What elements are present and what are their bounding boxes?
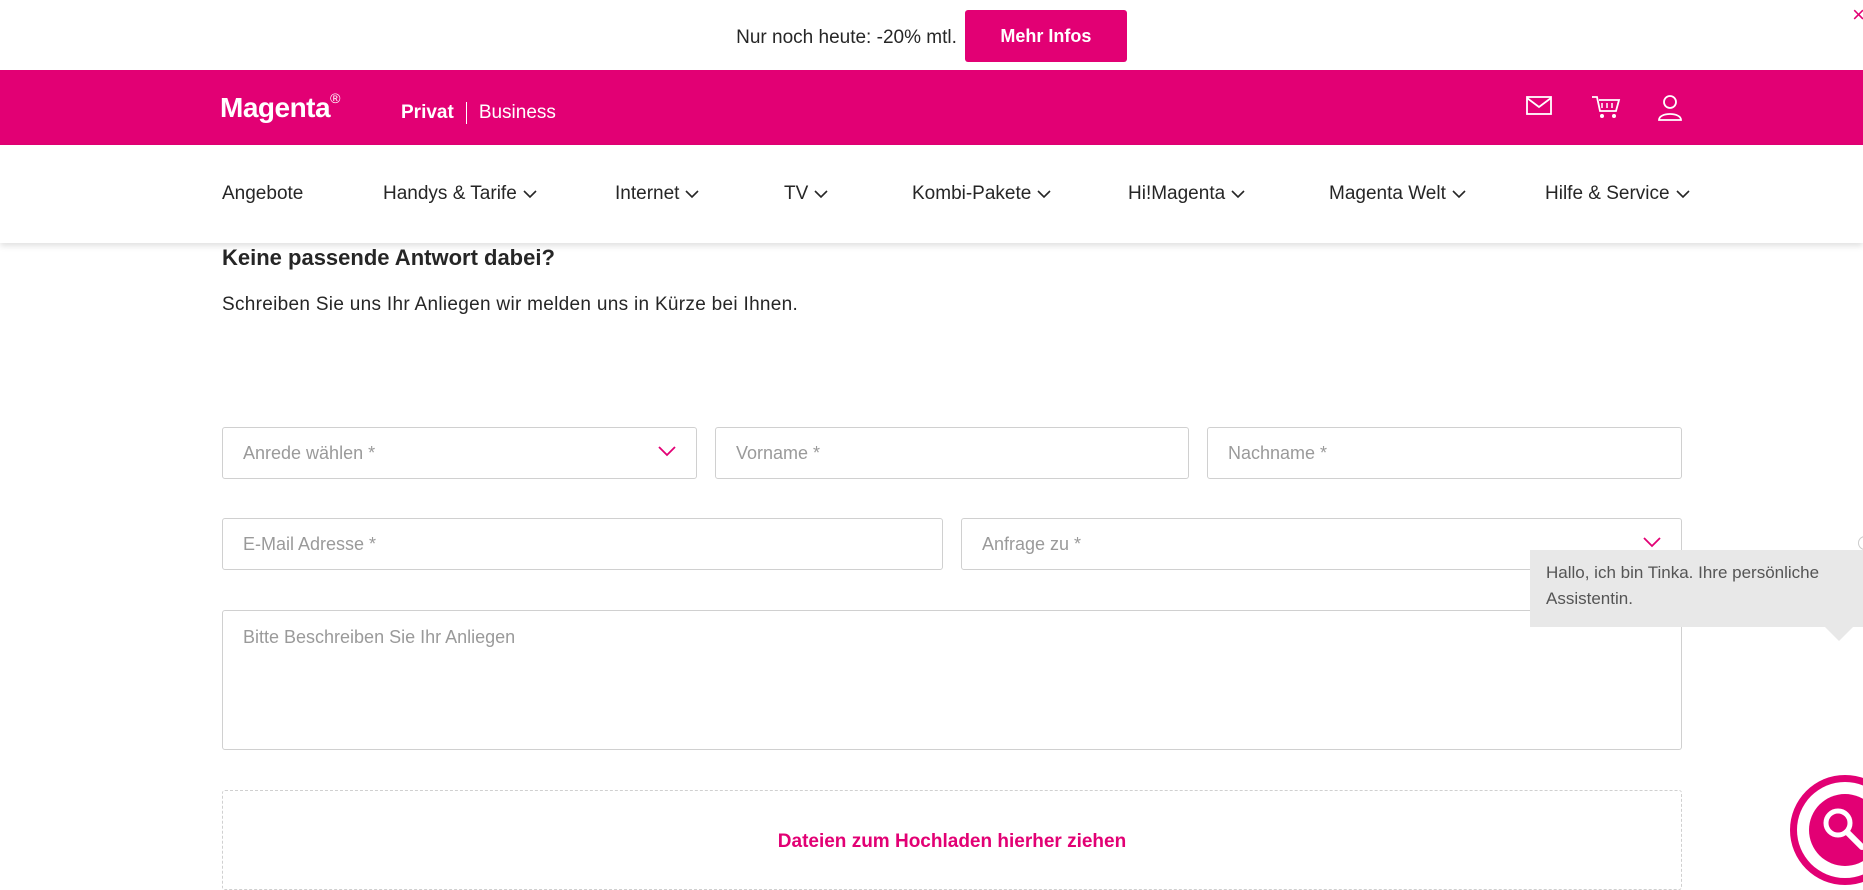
chevron-down-icon [814, 189, 828, 198]
firstname-field[interactable]: Vorname * [715, 427, 1189, 479]
lastname-field[interactable]: Nachname * [1207, 427, 1682, 479]
nav-himagenta[interactable]: Hi!Magenta [1128, 183, 1245, 205]
chat-close-icon[interactable] [1858, 536, 1863, 550]
firstname-placeholder: Vorname * [736, 442, 821, 463]
cart-icon[interactable] [1591, 94, 1621, 122]
chat-bubble[interactable]: Hallo, ich bin Tinka. Ihre persönliche A… [1530, 550, 1863, 641]
dropzone-label: Dateien zum Hochladen hierher ziehen [777, 831, 1127, 852]
search-icon [1797, 782, 1863, 878]
more-info-button[interactable]: Mehr Infos [964, 10, 1127, 62]
message-placeholder: Bitte Beschreiben Sie Ihr Anliegen [243, 627, 516, 647]
topic-placeholder: Anfrage zu * [982, 533, 1082, 554]
segment-business[interactable]: Business [479, 102, 556, 124]
email-placeholder: E-Mail Adresse * [243, 533, 377, 554]
nav-label: Magenta Welt [1329, 183, 1446, 204]
nav-hilfe-service[interactable]: Hilfe & Service [1545, 183, 1690, 205]
lastname-placeholder: Nachname * [1228, 442, 1328, 463]
chevron-down-icon [685, 189, 700, 198]
nav-handys-tarife[interactable]: Handys & Tarife [383, 183, 537, 205]
chevron-down-icon [1676, 189, 1690, 198]
nav-label: TV [784, 183, 809, 204]
chevron-down-icon [1231, 189, 1245, 198]
segment-switch: Privat Business [401, 102, 556, 124]
segment-divider [465, 102, 467, 124]
user-icon[interactable] [1657, 94, 1685, 122]
contact-title: Keine passende Antwort dabei? [222, 245, 555, 270]
chevron-down-icon [1643, 537, 1661, 548]
nav-label: Kombi-Pakete [912, 183, 1032, 204]
salutation-select[interactable]: Anrede wählen * [222, 427, 697, 479]
logo-text: Magenta [220, 92, 331, 123]
nav-label: Hilfe & Service [1545, 183, 1670, 204]
chat-bubble-text: Hallo, ich bin Tinka. Ihre persönliche A… [1546, 563, 1820, 608]
nav-label: Handys & Tarife [383, 183, 517, 204]
chat-assistant-avatar[interactable] [1790, 775, 1863, 885]
nav-angebote[interactable]: Angebote [222, 183, 303, 205]
promo-text: Nur noch heute: -20% mtl. [736, 27, 957, 48]
email-field[interactable]: E-Mail Adresse * [222, 518, 943, 570]
nav-kombi-pakete[interactable]: Kombi-Pakete [912, 183, 1051, 205]
message-textarea[interactable]: Bitte Beschreiben Sie Ihr Anliegen [222, 610, 1682, 750]
nav-magenta-welt[interactable]: Magenta Welt [1329, 183, 1466, 205]
logo-mark: ® [330, 90, 340, 106]
logo[interactable]: Magenta® [220, 90, 340, 124]
chevron-down-icon [658, 446, 676, 457]
nav-label: Internet [615, 183, 680, 204]
main-nav: Angebote Handys & Tarife Internet TV Kom… [0, 145, 1863, 243]
segment-privat[interactable]: Privat [401, 102, 454, 124]
nav-internet[interactable]: Internet [615, 183, 700, 205]
file-dropzone[interactable]: Dateien zum Hochladen hierher ziehen [222, 790, 1682, 890]
mail-icon[interactable] [1525, 94, 1553, 122]
salutation-placeholder: Anrede wählen * [243, 442, 376, 463]
brand-bar: Magenta® Privat Business [0, 70, 1863, 145]
chevron-down-icon [523, 189, 537, 198]
contact-subtitle: Schreiben Sie uns Ihr Anliegen wir melde… [222, 294, 799, 315]
promo-bar: Nur noch heute: -20% mtl. Mehr Infos × [0, 0, 1863, 70]
header-icons [1525, 94, 1685, 122]
nav-label: Angebote [222, 183, 304, 204]
nav-label: Hi!Magenta [1128, 183, 1226, 204]
chevron-down-icon [1037, 189, 1051, 198]
chevron-down-icon [1452, 189, 1466, 198]
nav-tv[interactable]: TV [784, 183, 828, 205]
close-icon[interactable]: × [1852, 2, 1863, 28]
